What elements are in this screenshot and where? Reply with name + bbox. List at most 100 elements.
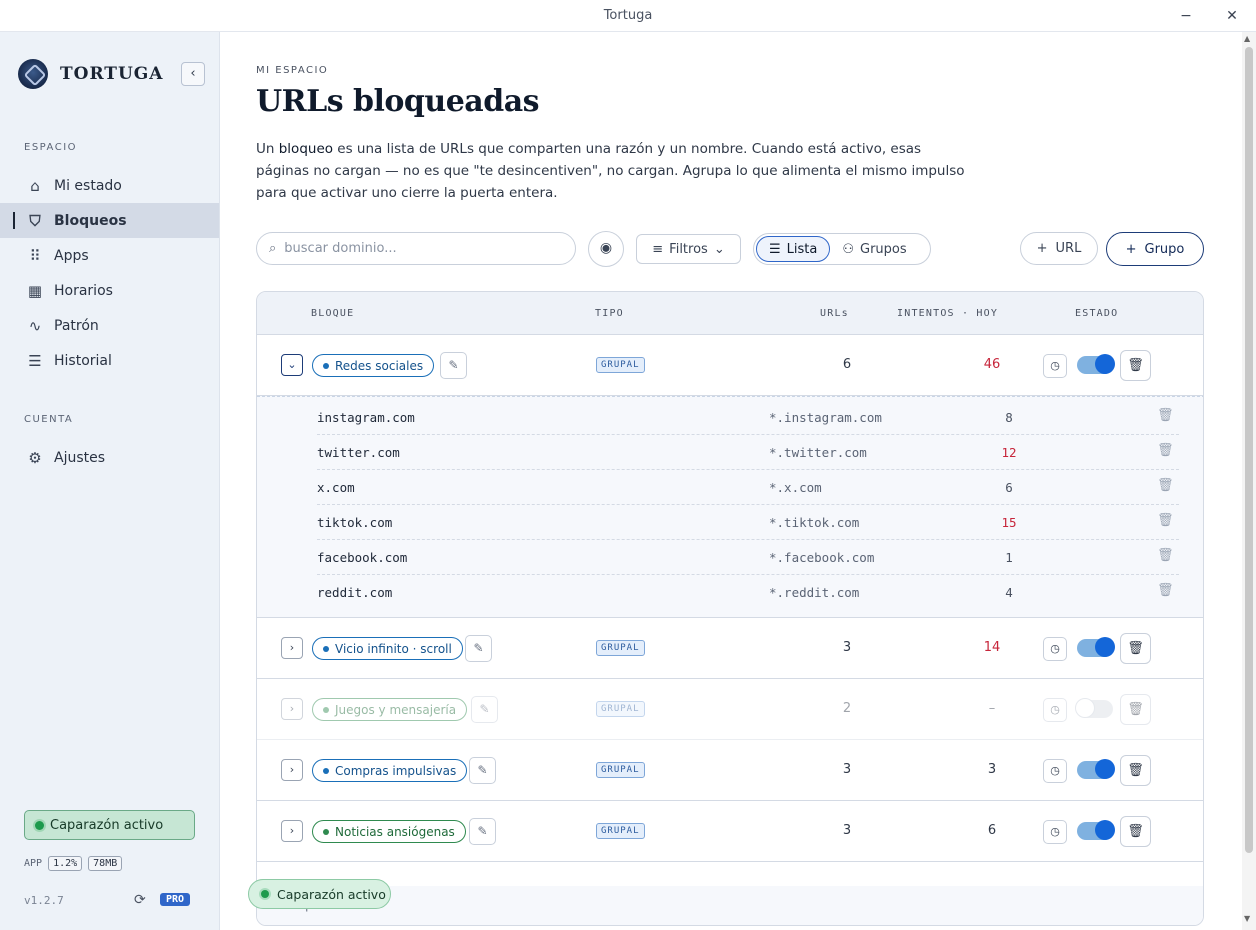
chevron-right-icon: › [289, 763, 295, 776]
block-name-tag[interactable]: Noticias ansiógenas [312, 820, 466, 843]
plus-icon: + [1036, 241, 1048, 256]
url-hits: 15 [1001, 515, 1017, 530]
floating-shell-status[interactable]: Caparazón activo [248, 879, 391, 909]
filters-label: Filtros [669, 241, 708, 257]
edit-button[interactable]: ✎ [471, 696, 498, 723]
close-button[interactable]: ✕ [1222, 6, 1242, 26]
toggle-visibility-button[interactable]: ◉ [588, 231, 624, 267]
view-list-button[interactable]: ☰ Lista [756, 236, 831, 262]
expand-toggle-button[interactable]: › [281, 759, 303, 781]
pencil-icon: ✎ [479, 702, 490, 716]
eye-icon: ◉ [599, 240, 613, 256]
search-icon: ⌕ [269, 241, 277, 256]
sidebar-item-historial[interactable]: ☰ Historial [0, 343, 219, 378]
block-name-tag[interactable]: Redes sociales [312, 354, 435, 377]
title-bar: Tortuga − ✕ [0, 0, 1256, 32]
sidebar-item-apps[interactable]: ⠿ Apps [0, 238, 219, 273]
enabled-toggle[interactable] [1077, 637, 1115, 657]
delete-button[interactable]: 🗑 [1120, 350, 1151, 381]
list-item[interactable]: instagram.com *.instagram.com 8 🗑 [317, 400, 1179, 435]
brand[interactable]: TORTUGA [18, 59, 163, 89]
chevron-right-icon: › [289, 641, 295, 654]
table-row[interactable]: › Compras impulsivas ✎ GRUPAL 3 3 ◷ 🗑 [257, 740, 1203, 801]
list-item[interactable]: reddit.com *.reddit.com 4 🗑 [317, 575, 1179, 610]
pulse-icon: ∿ [28, 316, 42, 335]
minimize-button[interactable]: − [1176, 6, 1196, 26]
enabled-toggle[interactable] [1077, 354, 1115, 374]
scroll-thumb[interactable] [1245, 47, 1253, 853]
schedule-button[interactable]: ◷ [1043, 820, 1067, 844]
toggle-knob [1095, 637, 1115, 657]
edit-button[interactable]: ✎ [465, 635, 492, 662]
scroll-down-icon[interactable]: ▼ [1244, 914, 1250, 923]
column-header-urls: URLs [820, 308, 849, 319]
delete-button[interactable]: 🗑 [1120, 755, 1151, 786]
list-item[interactable]: facebook.com *.facebook.com 1 🗑 [317, 540, 1179, 575]
dot-icon [323, 362, 329, 369]
trash-icon: 🗑 [1127, 358, 1144, 373]
table-row[interactable]: › Noticias ansiógenas ✎ GRUPAL 3 6 ◷ 🗑 [257, 801, 1203, 862]
table-row[interactable]: ⌄ Redes sociales ✎ GRUPAL 6 46 ◷ 🗑 [257, 335, 1203, 396]
list-item[interactable]: x.com *.x.com 6 🗑 [317, 470, 1179, 505]
trash-icon[interactable]: 🗑 [1157, 478, 1174, 493]
expand-toggle-button[interactable]: › [281, 698, 303, 720]
timer-icon: ◷ [1050, 359, 1060, 372]
hits-today: 14 [983, 640, 1001, 655]
trash-icon[interactable]: 🗑 [1157, 408, 1174, 423]
schedule-button[interactable]: ◷ [1043, 637, 1067, 661]
view-groups-button[interactable]: ⚇ Grupos [830, 236, 918, 262]
expand-toggle-button[interactable]: › [281, 820, 303, 842]
expand-toggle-button[interactable]: › [281, 637, 303, 659]
url-hits: 4 [1005, 585, 1013, 600]
pro-badge: PRO [160, 893, 191, 906]
enabled-toggle[interactable] [1077, 820, 1115, 840]
block-name-tag[interactable]: Juegos y mensajería [312, 698, 468, 721]
refresh-icon[interactable]: ⟳ [134, 892, 146, 908]
edit-button[interactable]: ✎ [440, 352, 467, 379]
block-name: Noticias ansiógenas [335, 824, 455, 839]
scroll-up-icon[interactable]: ▲ [1244, 34, 1250, 43]
page-intro: Un bloqueo es una lista de URLs que comp… [256, 138, 976, 204]
expanded-url-list: instagram.com *.instagram.com 8 🗑 twitte… [257, 396, 1203, 618]
trash-icon[interactable]: 🗑 [1157, 513, 1174, 528]
block-name-tag[interactable]: Compras impulsivas [312, 759, 468, 782]
search-input[interactable] [284, 241, 545, 256]
sidebar-item-label: Patrón [54, 317, 99, 334]
expand-toggle-button[interactable]: ⌄ [281, 354, 303, 376]
filters-button[interactable]: ≡ Filtros ⌄ [636, 234, 741, 264]
list-icon: ☰ [28, 351, 42, 370]
edit-button[interactable]: ✎ [469, 757, 496, 784]
shell-status-badge[interactable]: Caparazón activo [24, 810, 195, 840]
add-group-button[interactable]: + Grupo [1106, 232, 1204, 266]
enabled-toggle[interactable] [1077, 759, 1115, 779]
trash-icon[interactable]: 🗑 [1157, 583, 1174, 598]
list-item[interactable]: tiktok.com *.tiktok.com 15 🗑 [317, 505, 1179, 540]
type-badge: GRUPAL [596, 640, 645, 656]
delete-button[interactable]: 🗑 [1120, 694, 1151, 725]
sidebar-item-horarios[interactable]: ▦ Horarios [0, 273, 219, 308]
block-name-tag[interactable]: Vicio infinito · scroll [312, 637, 463, 660]
collapse-sidebar-button[interactable]: ‹ [181, 62, 205, 86]
enabled-toggle[interactable] [1075, 698, 1113, 718]
delete-button[interactable]: 🗑 [1120, 633, 1151, 664]
sidebar-item-mi-estado[interactable]: ⌂ Mi estado [0, 168, 219, 203]
url-count: 3 [842, 640, 852, 655]
table-row[interactable]: › Juegos y mensajería ✎ GRUPAL 2 – ◷ 🗑 [257, 679, 1203, 740]
trash-icon[interactable]: 🗑 [1157, 443, 1174, 458]
vertical-scrollbar[interactable]: ▲ ▼ [1242, 32, 1256, 930]
schedule-button[interactable]: ◷ [1043, 698, 1067, 722]
schedule-button[interactable]: ◷ [1043, 759, 1067, 783]
search-box[interactable]: ⌕ [256, 232, 576, 265]
sidebar-item-patron[interactable]: ∿ Patrón [0, 308, 219, 343]
sidebar-item-ajustes[interactable]: ⚙ Ajustes [0, 440, 219, 475]
delete-button[interactable]: 🗑 [1120, 816, 1151, 847]
sidebar-item-bloqueos[interactable]: ⛉ Bloqueos [0, 203, 219, 238]
add-url-button[interactable]: + URL [1020, 232, 1098, 265]
trash-icon[interactable]: 🗑 [1157, 548, 1174, 563]
list-item[interactable]: twitter.com *.twitter.com 12 🗑 [317, 435, 1179, 470]
url-domain: instagram.com [317, 410, 415, 425]
table-row[interactable]: › Vicio infinito · scroll ✎ GRUPAL 3 14 … [257, 618, 1203, 679]
schedule-button[interactable]: ◷ [1043, 354, 1067, 378]
edit-button[interactable]: ✎ [469, 818, 496, 845]
url-domain: x.com [317, 480, 355, 495]
